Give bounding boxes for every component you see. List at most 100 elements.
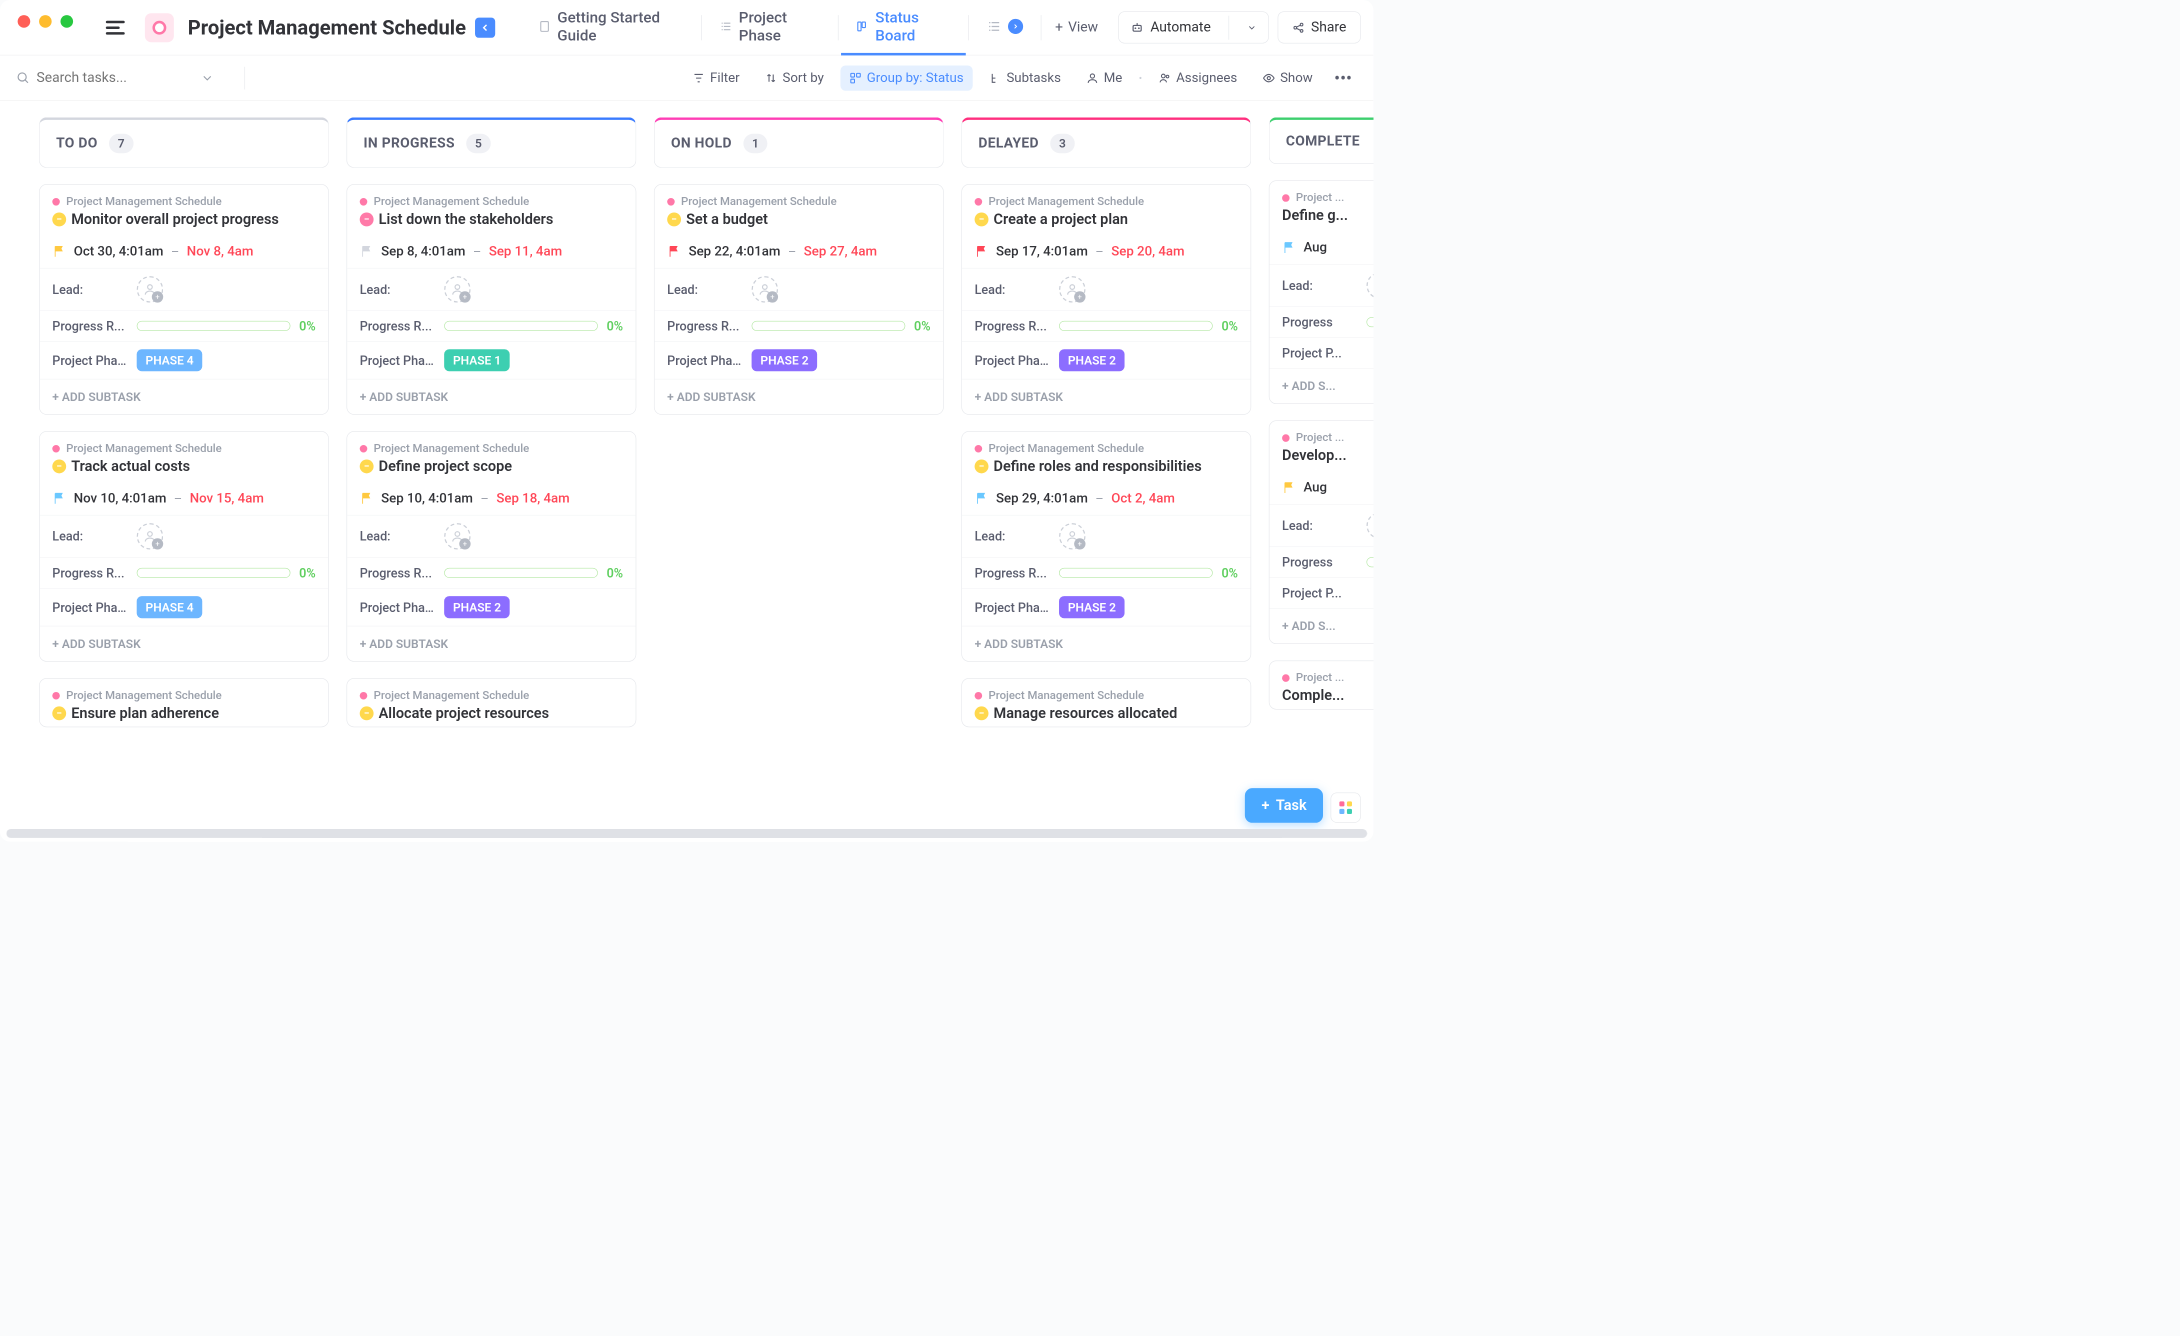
group-by-button[interactable]: Group by: Status [840, 65, 972, 90]
task-card[interactable]: Project Management Schedule −Manage reso… [961, 678, 1251, 727]
task-card[interactable]: Project Management Schedule −Define proj… [347, 431, 637, 662]
assignee-empty[interactable]: + [444, 523, 470, 549]
search-box[interactable] [16, 70, 230, 86]
assignee-empty[interactable]: + [1366, 512, 1373, 538]
phase-badge: PHASE 2 [444, 596, 510, 618]
space-icon[interactable] [145, 13, 174, 42]
search-input[interactable] [37, 70, 195, 86]
column-title: TO DO [56, 135, 98, 151]
phase-badge: PHASE 4 [137, 596, 203, 618]
sort-button[interactable]: Sort by [756, 65, 833, 90]
back-button[interactable] [475, 17, 495, 37]
add-subtask-button[interactable]: + ADD SUBTASK [962, 379, 1251, 414]
flag-icon [1282, 241, 1296, 255]
task-dates: Sep 17, 4:01am –Sep 20, 4am [962, 232, 1251, 267]
task-card[interactable]: Project Management Schedule −Define role… [961, 431, 1251, 662]
task-card[interactable]: Project Management Schedule −Allocate pr… [347, 678, 637, 727]
show-button[interactable]: Show [1254, 65, 1322, 90]
breadcrumb: Project Management Schedule [360, 442, 623, 455]
phase-badge: PHASE 1 [444, 349, 510, 371]
tab-overflow[interactable] [971, 0, 1038, 55]
task-card[interactable]: Project Management Schedule −Monitor ove… [39, 184, 329, 415]
column-header-complete[interactable]: COMPLETE [1269, 117, 1374, 164]
me-button[interactable]: Me [1077, 65, 1131, 90]
tab-status-board[interactable]: Status Board [841, 0, 966, 55]
automate-button[interactable]: Automate [1118, 11, 1269, 43]
task-title: Allocate project resources [379, 704, 549, 721]
flag-icon [360, 244, 374, 258]
add-subtask-button[interactable]: + ADD SUBTASK [40, 379, 329, 414]
flag-icon [975, 244, 989, 258]
share-button[interactable]: Share [1278, 11, 1361, 43]
add-subtask-button[interactable]: + ADD S... [1269, 608, 1373, 643]
chevron-down-icon[interactable] [200, 71, 214, 85]
flag-icon [1282, 481, 1296, 495]
breadcrumb: Project Management Schedule [975, 195, 1238, 208]
breadcrumb: Project Management Schedule [667, 195, 930, 208]
tab-getting-started[interactable]: Getting Started Guide [523, 0, 699, 55]
add-subtask-button[interactable]: + ADD SUBTASK [347, 379, 636, 414]
robot-icon [1130, 20, 1144, 34]
list-icon [987, 19, 1002, 34]
column-count: 3 [1050, 134, 1074, 154]
task-card[interactable]: Project Management Schedule −Track actua… [39, 431, 329, 662]
plus-icon: + [1262, 797, 1270, 814]
assignee-empty[interactable]: + [752, 276, 778, 302]
close-window[interactable] [18, 15, 31, 28]
more-options[interactable]: ••• [1329, 67, 1357, 88]
task-card[interactable]: Project ... Develop... Aug Lead:+ Progre… [1269, 420, 1374, 644]
list-icon [719, 19, 732, 34]
task-title: Monitor overall project progress [71, 210, 279, 227]
sidebar-toggle-icon[interactable] [101, 15, 130, 39]
subtasks-button[interactable]: Subtasks [980, 65, 1070, 90]
add-subtask-button[interactable]: + ADD S... [1269, 368, 1373, 403]
assignee-empty[interactable]: + [1059, 276, 1085, 302]
task-dates: Aug [1269, 469, 1373, 504]
assignee-empty[interactable]: + [137, 276, 163, 302]
progress-bar [1059, 321, 1213, 331]
new-task-button[interactable]: + Task [1245, 788, 1323, 823]
chevron-down-icon [1247, 22, 1257, 32]
eye-icon [1262, 72, 1275, 85]
task-card[interactable]: Project ... Define g... Aug Lead:+ Progr… [1269, 180, 1374, 404]
automate-dropdown[interactable] [1235, 15, 1268, 40]
column-title: COMPLETE [1286, 134, 1360, 150]
column-title: ON HOLD [671, 135, 732, 151]
add-subtask-button[interactable]: + ADD SUBTASK [347, 626, 636, 661]
assignees-button[interactable]: Assignees [1150, 65, 1246, 90]
apps-button[interactable] [1331, 793, 1361, 823]
task-card[interactable]: Project ... Comple... [1269, 660, 1374, 709]
column-header-inprog[interactable]: IN PROGRESS 5 [347, 117, 637, 167]
add-subtask-button[interactable]: + ADD SUBTASK [962, 626, 1251, 661]
task-card[interactable]: Project Management Schedule −List down t… [347, 184, 637, 415]
task-title: Define project scope [379, 457, 512, 474]
task-card[interactable]: Project Management Schedule −Set a budge… [654, 184, 944, 415]
tab-project-phase[interactable]: Project Phase [704, 0, 835, 55]
assignee-empty[interactable]: + [1366, 272, 1373, 298]
assignee-empty[interactable]: + [1059, 523, 1085, 549]
subtask-icon [989, 72, 1002, 85]
task-card[interactable]: Project Management Schedule −Create a pr… [961, 184, 1251, 415]
status-icon: − [52, 706, 66, 720]
breadcrumb: Project Management Schedule [360, 195, 623, 208]
status-icon: − [975, 212, 989, 226]
horizontal-scrollbar[interactable] [6, 829, 1367, 838]
task-card[interactable]: Project Management Schedule −Ensure plan… [39, 678, 329, 727]
assignee-empty[interactable]: + [137, 523, 163, 549]
apps-icon [1339, 801, 1352, 814]
assignee-empty[interactable]: + [444, 276, 470, 302]
status-icon: − [52, 459, 66, 473]
column-header-delayed[interactable]: DELAYED 3 [961, 117, 1251, 167]
maximize-window[interactable] [60, 15, 73, 28]
people-icon [1158, 72, 1171, 85]
add-subtask-button[interactable]: + ADD SUBTASK [40, 626, 329, 661]
column-header-todo[interactable]: TO DO 7 [39, 117, 329, 167]
add-view-button[interactable]: + View [1044, 13, 1110, 41]
flag-icon [360, 491, 374, 505]
filter-button[interactable]: Filter [684, 65, 749, 90]
add-subtask-button[interactable]: + ADD SUBTASK [655, 379, 944, 414]
task-dates: Sep 29, 4:01am –Oct 2, 4am [962, 479, 1251, 514]
column-header-onhold[interactable]: ON HOLD 1 [654, 117, 944, 167]
status-icon: − [360, 212, 374, 226]
minimize-window[interactable] [39, 15, 52, 28]
